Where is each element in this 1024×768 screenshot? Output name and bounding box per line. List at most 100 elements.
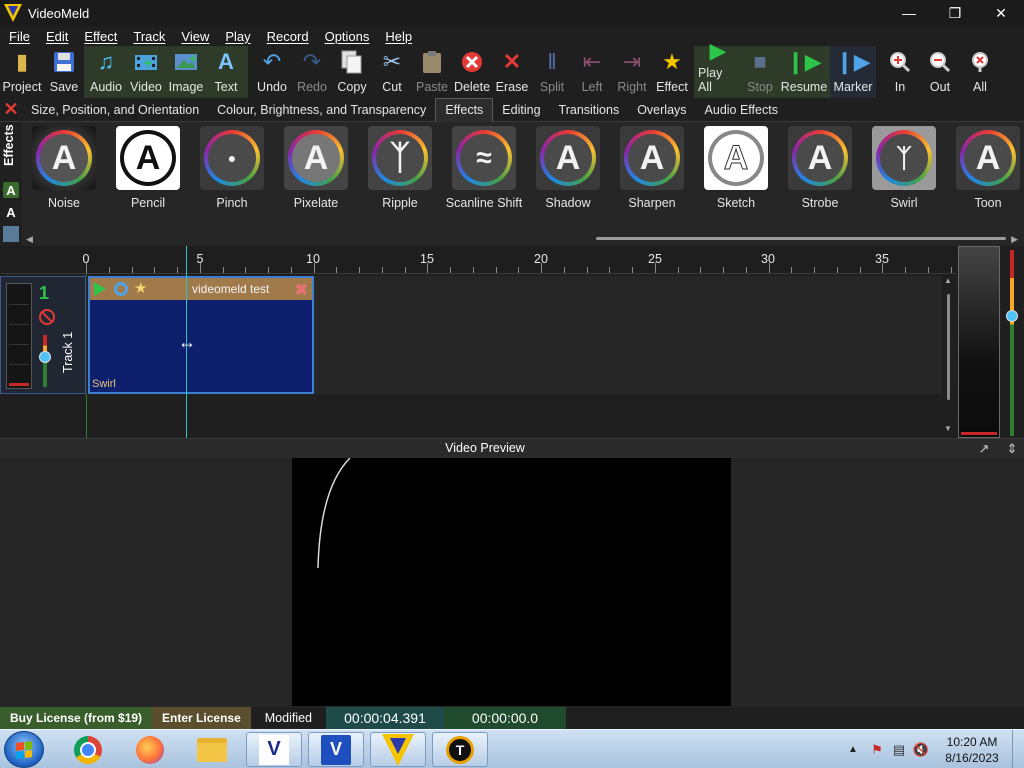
clip-marker-icon[interactable] [114,282,128,296]
taskbar-videomeld-editor[interactable]: V [246,732,302,767]
add-text-button[interactable]: A Text [206,48,246,98]
taskbar-videomeld[interactable] [370,732,426,767]
tab-overlays[interactable]: Overlays [628,98,695,122]
effect-pencil[interactable]: A Pencil [106,126,190,210]
effect-shadow[interactable]: A Shadow [526,126,610,210]
menu-record[interactable]: Record [259,29,317,44]
action-center-icon[interactable]: ⚑ [868,741,886,759]
video-canvas[interactable] [292,458,731,706]
minimize-button[interactable]: — [886,0,932,26]
effect-sharpen[interactable]: A Sharpen [610,126,694,210]
trim-left-button[interactable]: ⇤ Left [572,48,612,98]
scroll-down-icon[interactable]: ▼ [944,424,952,433]
effect-ripple[interactable]: ᛉ Ripple [358,126,442,210]
scrollbar-thumb[interactable] [947,294,950,400]
scroll-left-icon[interactable]: ◀ [26,234,33,245]
show-hidden-icons-icon[interactable]: ▲ [846,744,860,755]
menu-help[interactable]: Help [377,29,420,44]
preview-popout-icon[interactable]: ↗ [976,441,992,457]
menu-view[interactable]: View [173,29,217,44]
taskbar-firefox[interactable] [122,732,178,767]
effect-pixelate[interactable]: A Pixelate [274,126,358,210]
effect-button[interactable]: ★ Effect [652,48,692,98]
timeline-vertical-scrollbar[interactable]: ▲ ▼ [944,276,954,436]
track-header[interactable]: 1 Track 1 [0,276,86,394]
trim-right-button[interactable]: ⇥ Right [612,48,652,98]
effect-sketch[interactable]: A Sketch [694,126,778,210]
zoom-all-button[interactable]: All [960,48,1000,98]
zoom-in-button[interactable]: In [880,48,920,98]
erase-button[interactable]: ✕ Erase [492,48,532,98]
enter-license-button[interactable]: Enter License [152,707,251,729]
split-button[interactable]: ‖ Split [532,48,572,98]
cut-button[interactable]: ✂ Cut [372,48,412,98]
maximize-button[interactable]: ❐ [932,0,978,26]
effects-horizontal-scrollbar[interactable]: ◀ ▶ [24,234,1020,244]
redo-button[interactable]: ↷ Redo [292,48,332,98]
project-button[interactable]: ▮ Project [0,48,44,98]
paste-button[interactable]: Paste [412,48,452,98]
resume-button[interactable]: ❙▶ Resume [780,48,828,98]
track-lane[interactable]: ★ videomeld test ✖ Swirl [86,276,942,394]
network-icon[interactable]: ▤ [890,741,908,759]
effect-category-text-icon[interactable]: A [3,204,19,220]
system-clock[interactable]: 10:20 AM 8/16/2023 [936,734,1008,766]
master-volume-slider[interactable] [1010,250,1014,436]
buy-license-button[interactable]: Buy License (from $19) [0,707,153,729]
effect-noise[interactable]: A Noise [22,126,106,210]
copy-button[interactable]: Copy [332,48,372,98]
scroll-right-icon[interactable]: ▶ [1011,234,1018,245]
add-audio-button[interactable]: ♫ Audio [86,48,126,98]
clip-header[interactable]: ★ videomeld test ✖ [90,278,312,300]
add-video-button[interactable]: + Video [126,48,166,98]
menu-file[interactable]: File [0,29,38,44]
close-button[interactable]: ✕ [978,0,1024,26]
effect-swirl[interactable]: ᛉ Swirl [862,126,946,210]
menu-edit[interactable]: Edit [38,29,76,44]
mute-icon[interactable] [39,309,55,325]
save-button[interactable]: Save [44,48,84,98]
menu-play[interactable]: Play [217,29,258,44]
timeline-ruler[interactable]: 0 5 10 15 20 25 30 35 [0,246,956,274]
tab-audio-effects[interactable]: Audio Effects [696,98,787,122]
effect-category-video-icon[interactable]: A [3,182,19,198]
tab-editing[interactable]: Editing [493,98,549,122]
menu-track[interactable]: Track [125,29,173,44]
taskbar-video-suite[interactable]: V [308,732,364,767]
tab-transitions[interactable]: Transitions [550,98,629,122]
delete-button[interactable]: Delete [452,48,492,98]
scrollbar-thumb[interactable] [596,237,1006,240]
clip-remove-icon[interactable]: ✖ [295,280,308,300]
effect-category-image-icon[interactable] [3,226,19,242]
marker-button[interactable]: ❙▶ Marker [832,48,874,98]
menu-effect[interactable]: Effect [76,29,125,44]
taskbar-chrome[interactable] [60,732,116,767]
effect-toon[interactable]: A Toon [946,126,1024,210]
undo-button[interactable]: ↶ Undo [252,48,292,98]
master-volume-knob[interactable] [1006,310,1018,322]
tab-effects[interactable]: Effects [435,97,494,122]
start-button[interactable] [4,731,44,768]
effect-scanline-shift[interactable]: ≈ Scanline Shift [442,126,526,210]
show-desktop-button[interactable] [1012,730,1024,768]
volume-muted-icon[interactable]: 🔇 [912,741,930,759]
add-image-button[interactable]: + Image [166,48,206,98]
tab-size-position[interactable]: Size, Position, and Orientation [22,98,208,122]
preview-resize-icon[interactable]: ⇕ [1004,441,1020,457]
effect-strobe[interactable]: A Strobe [778,126,862,210]
scroll-up-icon[interactable]: ▲ [944,276,952,285]
timeline-clip[interactable]: ★ videomeld test ✖ Swirl [88,276,314,394]
close-panel-icon[interactable]: ✕ [0,99,22,121]
menu-options[interactable]: Options [317,29,378,44]
clip-play-icon[interactable] [94,282,106,296]
stop-button[interactable]: ■ Stop [740,48,780,98]
taskbar-file-explorer[interactable] [184,732,240,767]
audio-note-icon: ♫ [97,49,115,74]
play-all-button[interactable]: ▶ Play All [696,40,740,98]
taskbar-t-app[interactable]: T [432,732,488,767]
tab-colour-brightness[interactable]: Colour, Brightness, and Transparency [208,98,435,122]
effect-pinch[interactable]: ● Pinch [190,126,274,210]
clip-effect-star-icon[interactable]: ★ [134,279,147,297]
zoom-out-button[interactable]: Out [920,48,960,98]
track-volume-knob[interactable] [39,351,51,363]
